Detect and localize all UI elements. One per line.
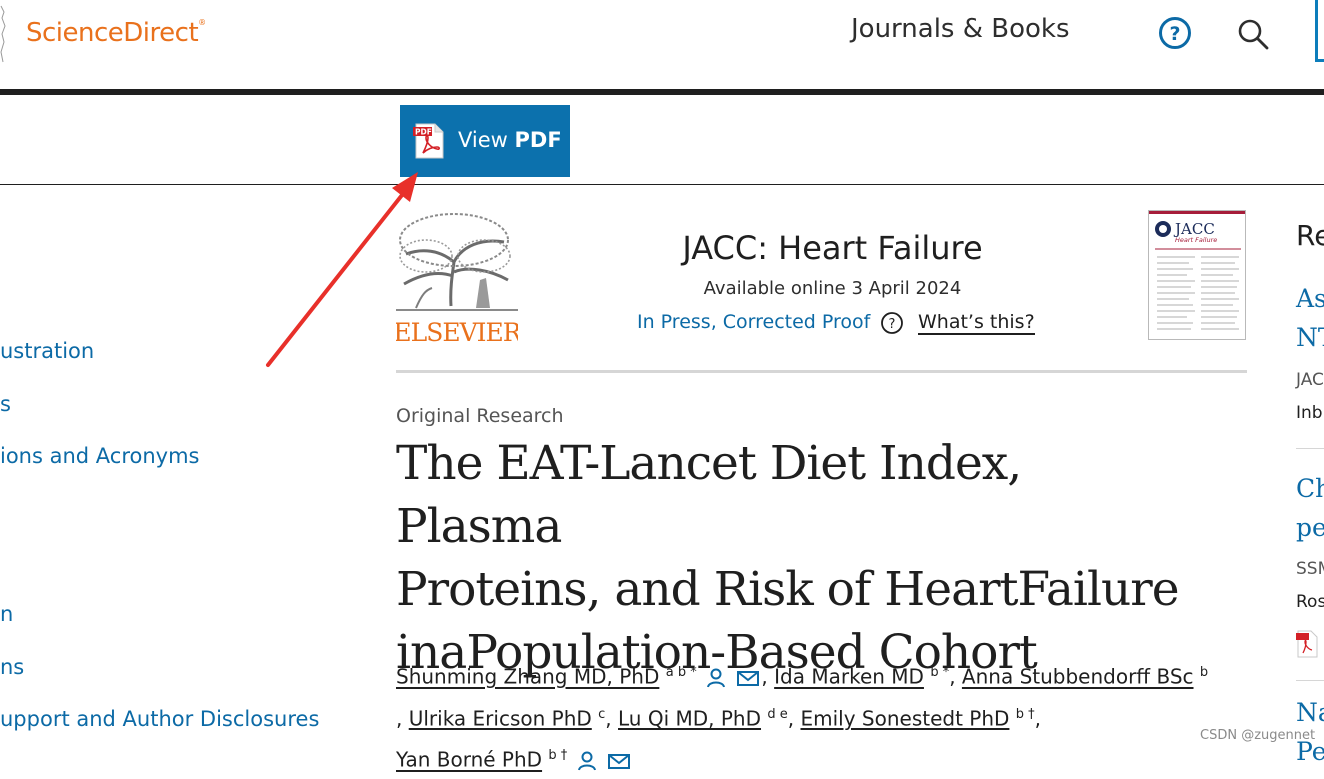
cover-hf-text: Heart Failure (1175, 236, 1217, 244)
author-affiliation[interactable]: b * (930, 665, 949, 680)
rail-divider (1296, 680, 1324, 681)
author-link[interactable]: Emily Sonestedt PhD (800, 706, 1009, 730)
rail-article-2-title[interactable]: Ch (1296, 474, 1324, 503)
pdf-file-icon: PDF (413, 123, 444, 159)
person-icon[interactable] (703, 666, 729, 690)
outline-link-n[interactable]: n (0, 602, 13, 626)
outline-link-support-disclosures[interactable]: upport and Author Disclosures (0, 707, 319, 731)
rail-article-2-title-cont[interactable]: pe (1296, 513, 1324, 542)
outline-link-illustration[interactable]: ustration (0, 339, 94, 363)
journal-title[interactable]: JACC: Heart Failure (600, 229, 1065, 267)
envelope-icon[interactable] (606, 749, 632, 773)
author-affiliation[interactable]: a b * (666, 665, 697, 680)
outline-link-s[interactable]: s (0, 392, 11, 416)
search-icon[interactable] (1236, 17, 1270, 51)
title-line: Proteins, and Risk of HeartFailure (396, 562, 1180, 617)
author-list: Shunming Zhang MD, PhD a b * , Ida Marke… (396, 664, 1209, 773)
journals-books-link[interactable]: Journals & Books (851, 14, 1070, 44)
article-type: Original Research (396, 405, 564, 427)
svg-text:?: ? (889, 317, 896, 332)
person-icon[interactable] (574, 749, 600, 773)
journal-cover-thumbnail[interactable]: JACC Heart Failure (1148, 210, 1246, 340)
author-affiliation[interactable]: b † (1016, 707, 1035, 722)
outline-link-ns[interactable]: ns (0, 655, 24, 679)
toolbar-divider (0, 184, 1324, 185)
rail-article-1-title[interactable]: Asy (1296, 284, 1324, 313)
svg-text:PDF: PDF (415, 128, 432, 137)
envelope-icon[interactable] (735, 666, 761, 690)
author-link[interactable]: Shunming Zhang MD, PhD (396, 665, 659, 689)
author-link[interactable]: Ulrika Ericson PhD (409, 706, 592, 730)
elsevier-tree-logo-icon: ELSEVIER (393, 210, 524, 347)
author-affiliation[interactable]: d e (767, 707, 787, 722)
publication-divider (396, 370, 1247, 373)
logo-trademark: ® (198, 18, 206, 27)
elsevier-tree-icon (0, 5, 6, 63)
view-text: View (458, 128, 508, 152)
author-link[interactable]: Yan Borné PhD (396, 748, 542, 772)
pdf-text: PDF (514, 128, 562, 152)
author-affiliation[interactable]: b † (548, 748, 567, 763)
csdn-watermark: CSDN @zugennet (1200, 728, 1316, 743)
rail-article-3-title[interactable]: Na (1296, 698, 1324, 727)
author-link[interactable]: Lu Qi MD, PhD (618, 706, 761, 730)
available-online-date: Available online 3 April 2024 (703, 278, 962, 299)
elsevier-logo-text: ELSEVIER (396, 318, 518, 344)
in-press-status-link[interactable]: In Press, Corrected Proof (637, 311, 870, 333)
recommended-articles-heading: Re (1296, 219, 1324, 252)
logo-text: ScienceDirect (26, 18, 199, 48)
author-link[interactable]: Ida Marken MD (774, 665, 924, 689)
outline-link-abbreviations[interactable]: ions and Acronyms (0, 444, 200, 468)
rail-article-2-journal: SSM (1296, 559, 1324, 579)
author-affiliation[interactable]: b (1200, 665, 1208, 680)
svg-text:?: ? (1169, 23, 1180, 45)
view-pdf-label: View PDF (458, 128, 562, 152)
header-divider (0, 89, 1324, 95)
site-header: ScienceDirect® Journals & Books ? (0, 0, 1324, 92)
rail-article-2-authors: Ros (1296, 592, 1324, 612)
rail-article-1-title-cont[interactable]: NT (1296, 323, 1324, 352)
rail-article-1-journal: JAC (1296, 370, 1324, 390)
elsevier-logo[interactable]: ELSEVIER (393, 210, 524, 347)
rail-divider (1296, 448, 1324, 449)
rail-pdf-icon[interactable] (1296, 630, 1318, 658)
account-button-edge[interactable] (1315, 0, 1324, 62)
article-title: The EAT-Lancet Diet Index, Plasma Protei… (396, 432, 1196, 684)
view-pdf-button[interactable]: PDF View PDF (400, 105, 570, 177)
question-circle-small-icon[interactable]: ? (880, 311, 904, 335)
journal-cover-image: JACC Heart Failure (1149, 211, 1245, 339)
rail-article-1-authors: Inb (1296, 403, 1323, 423)
author-link[interactable]: Anna Stubbendorff BSc (962, 665, 1194, 689)
author-affiliation[interactable]: c (598, 707, 605, 722)
title-line: The EAT-Lancet Diet Index, Plasma (396, 436, 1022, 554)
question-circle-icon[interactable]: ? (1158, 16, 1192, 50)
whats-this-link[interactable]: What’s this? (918, 311, 1035, 335)
sciencedirect-logo[interactable]: ScienceDirect® (26, 18, 206, 48)
